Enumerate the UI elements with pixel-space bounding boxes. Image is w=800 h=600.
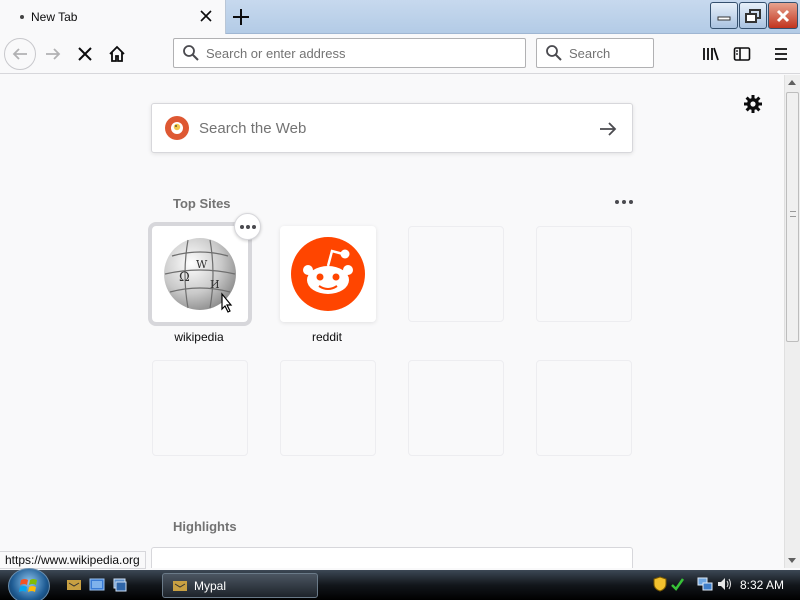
- tile-label-reddit: reddit: [311, 330, 343, 344]
- home-button[interactable]: [101, 38, 133, 70]
- taskbar-mypal-button[interactable]: Mypal: [162, 573, 318, 598]
- top-site-tile-empty: [536, 360, 632, 456]
- new-tab-button[interactable]: [230, 6, 252, 28]
- taskbar: Mypal 8:32 AM: [0, 568, 800, 600]
- top-site-tile-empty: [536, 226, 632, 322]
- new-tab-page: Top Sites Ω W И: [0, 75, 784, 568]
- wikipedia-globe-icon: Ω W И: [164, 238, 236, 313]
- gear-icon[interactable]: [742, 93, 764, 115]
- tab-title: New Tab: [31, 10, 78, 24]
- taskbar-task-label: Mypal: [194, 578, 227, 593]
- top-site-tile-wikipedia[interactable]: Ω W И: [148, 222, 252, 326]
- reddit-alien-icon: [291, 237, 365, 311]
- home-icon: [109, 45, 125, 62]
- switch-windows-icon[interactable]: [112, 577, 128, 593]
- back-arrow-icon: [12, 48, 27, 60]
- top-sites-title: Top Sites: [173, 196, 231, 211]
- safely-remove-icon[interactable]: [669, 576, 685, 592]
- scrollbar-thumb[interactable]: [786, 92, 799, 342]
- highlights-card[interactable]: [151, 547, 633, 568]
- volume-icon[interactable]: [716, 576, 732, 592]
- mypal-app-icon: [173, 580, 187, 591]
- top-site-tile-empty: [152, 360, 248, 456]
- close-tab-icon[interactable]: [199, 9, 213, 23]
- address-bar[interactable]: [173, 38, 526, 68]
- back-button[interactable]: [4, 38, 36, 70]
- menu-button[interactable]: [769, 42, 793, 66]
- close-icon: [776, 9, 790, 22]
- sidebar-icon: [733, 47, 751, 61]
- browser-quicklaunch-icon[interactable]: [66, 577, 82, 593]
- minimize-button[interactable]: [710, 2, 738, 29]
- close-window-button[interactable]: [768, 2, 798, 29]
- status-bar-url: https://www.wikipedia.org: [0, 551, 146, 569]
- minimize-icon: [717, 16, 731, 20]
- top-site-tile-reddit[interactable]: [280, 226, 376, 322]
- stop-button[interactable]: [69, 38, 101, 70]
- network-icon[interactable]: [697, 576, 713, 592]
- search-input[interactable]: [569, 45, 653, 61]
- start-button[interactable]: [8, 568, 50, 600]
- top-site-tile-empty: [280, 360, 376, 456]
- navigation-toolbar: [0, 34, 800, 74]
- arrow-right-icon[interactable]: [598, 119, 618, 139]
- svg-text:W: W: [196, 258, 208, 271]
- windows-logo-icon: [19, 579, 37, 592]
- restore-button[interactable]: [739, 2, 767, 29]
- search-icon: [183, 45, 199, 61]
- stop-icon: [78, 47, 92, 61]
- hamburger-menu-icon: [775, 48, 787, 60]
- scroll-down-arrow-icon[interactable]: [788, 558, 796, 563]
- security-shield-icon[interactable]: [652, 576, 668, 592]
- top-sites-menu-button[interactable]: [612, 195, 636, 209]
- tab-new-tab[interactable]: New Tab: [0, 0, 226, 34]
- top-site-tile-empty: [408, 226, 504, 322]
- vertical-scrollbar[interactable]: [784, 75, 800, 568]
- web-search-input[interactable]: [199, 119, 579, 137]
- forward-arrow-icon: [46, 48, 61, 60]
- taskbar-clock[interactable]: 8:32 AM: [740, 578, 784, 592]
- web-search-box[interactable]: [151, 103, 633, 153]
- address-input[interactable]: [206, 45, 525, 61]
- tile-label-wikipedia: wikipedia: [174, 330, 224, 344]
- highlights-title: Highlights: [173, 519, 237, 534]
- library-icon: [703, 47, 719, 61]
- loading-dot-icon: [20, 15, 24, 19]
- tile-context-menu-button[interactable]: [234, 213, 261, 240]
- duckduckgo-logo-icon: [165, 116, 189, 140]
- forward-button[interactable]: [37, 38, 69, 70]
- sidebar-button[interactable]: [730, 42, 754, 66]
- svg-text:И: И: [210, 278, 220, 291]
- tab-strip: New Tab: [0, 0, 800, 34]
- search-bar[interactable]: [536, 38, 654, 68]
- restore-icon: [745, 8, 761, 23]
- svg-text:Ω: Ω: [179, 270, 190, 285]
- scroll-up-arrow-icon[interactable]: [788, 80, 796, 85]
- top-site-tile-empty: [408, 360, 504, 456]
- search-icon: [546, 45, 562, 61]
- library-button[interactable]: [699, 42, 723, 66]
- show-desktop-icon[interactable]: [89, 577, 105, 593]
